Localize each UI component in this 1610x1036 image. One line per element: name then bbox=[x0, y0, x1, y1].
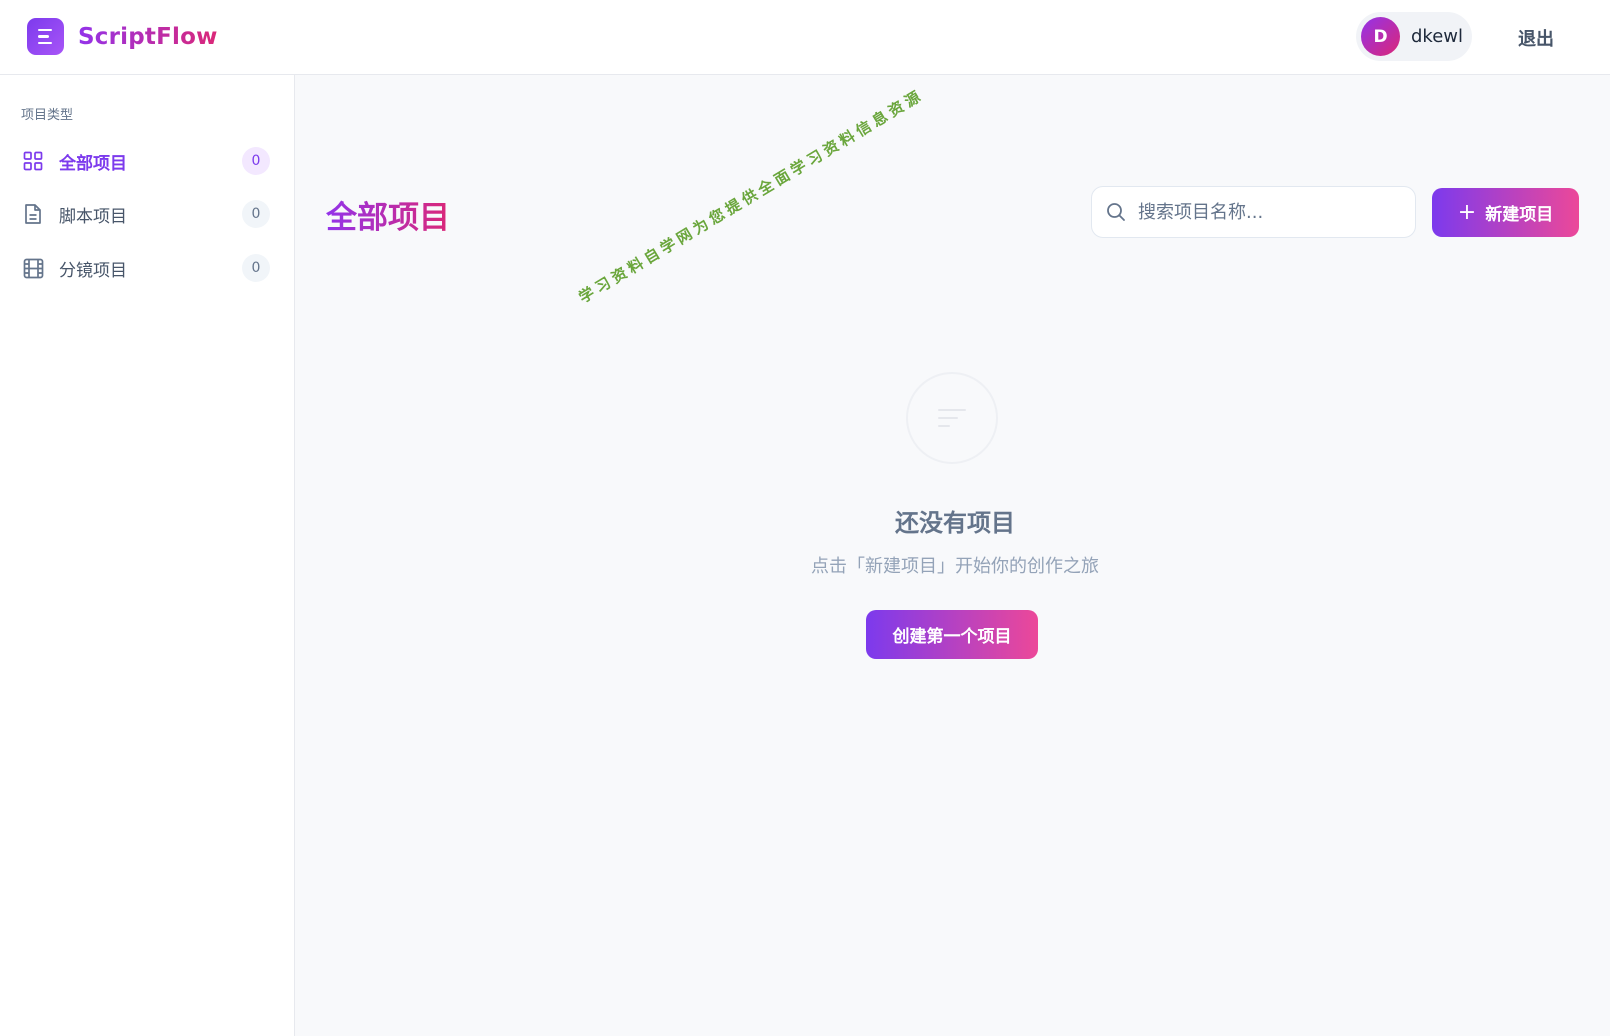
new-project-label: 新建项目 bbox=[1485, 205, 1554, 225]
sidebar-item-script-projects[interactable]: 脚本项目 0 bbox=[22, 197, 272, 231]
top-bar: ScriptFlow D dkewl 退出 bbox=[0, 0, 1610, 75]
grid-icon bbox=[22, 150, 44, 172]
sidebar-item-label: 全部项目 bbox=[59, 153, 127, 174]
sidebar-item-label: 分镜项目 bbox=[59, 260, 127, 281]
username: dkewl bbox=[1411, 26, 1464, 47]
user-menu[interactable]: D dkewl bbox=[1356, 12, 1472, 61]
count-badge: 0 bbox=[242, 147, 270, 175]
empty-state-icon bbox=[906, 372, 998, 464]
search-icon bbox=[1107, 203, 1125, 221]
count-badge: 0 bbox=[242, 254, 270, 282]
search-input[interactable] bbox=[1138, 201, 1398, 223]
create-first-project-button[interactable]: 创建第一个项目 bbox=[866, 610, 1038, 659]
plus-icon: + bbox=[1457, 199, 1477, 225]
watermark-text: 学习资料自学网为您提供全面学习资料信息资源 bbox=[575, 85, 927, 307]
app-name: ScriptFlow bbox=[78, 23, 218, 50]
sidebar-section-title: 项目类型 bbox=[21, 108, 74, 123]
logout-button[interactable]: 退出 bbox=[1518, 25, 1554, 51]
avatar: D bbox=[1361, 17, 1400, 56]
count-badge: 0 bbox=[242, 200, 270, 228]
menu-lines-icon bbox=[27, 18, 64, 55]
app-logo[interactable]: ScriptFlow bbox=[27, 18, 218, 55]
film-icon bbox=[22, 257, 44, 279]
sidebar-item-storyboard-projects[interactable]: 分镜项目 0 bbox=[22, 251, 272, 285]
sidebar-item-all-projects[interactable]: 全部项目 0 bbox=[22, 144, 272, 178]
empty-state-subtitle: 点击「新建项目」开始你的创作之旅 bbox=[811, 556, 1099, 577]
new-project-button[interactable]: + 新建项目 bbox=[1432, 188, 1579, 237]
sidebar-item-label: 脚本项目 bbox=[59, 206, 127, 227]
document-icon bbox=[22, 203, 44, 225]
empty-state-title: 还没有项目 bbox=[895, 509, 1015, 537]
search-box[interactable] bbox=[1091, 186, 1416, 238]
page-title: 全部项目 bbox=[326, 192, 450, 237]
